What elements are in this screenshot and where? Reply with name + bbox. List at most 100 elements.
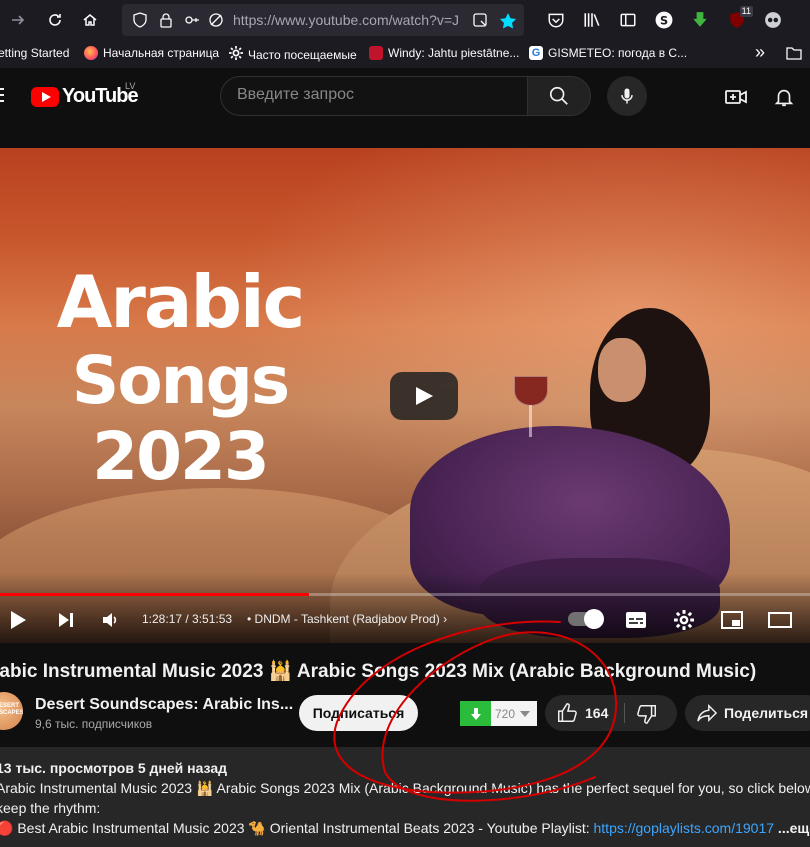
pocket-icon[interactable] xyxy=(546,10,566,30)
search-input[interactable] xyxy=(237,86,517,104)
bookmark-label: Часто посещаемые xyxy=(248,47,357,62)
settings-gear-icon[interactable] xyxy=(672,608,696,632)
chevron-down-icon xyxy=(520,710,531,717)
shield-icon[interactable] xyxy=(132,12,148,28)
home-icon[interactable] xyxy=(78,8,102,32)
create-video-icon[interactable] xyxy=(724,85,748,109)
bookmark-label: Windy: Jahtu piestātne... xyxy=(388,46,520,60)
search-button[interactable] xyxy=(527,76,591,116)
description-text: 🔴 Best Arabic Instrumental Music 2023 🐪 … xyxy=(0,820,594,836)
country-code: LV xyxy=(125,81,136,91)
thumbnail-figure-face xyxy=(598,338,646,402)
microphone-icon xyxy=(621,88,633,104)
description-line: Arabic Instrumental Music 2023 🕌 Arabic … xyxy=(0,780,810,796)
subscribe-button[interactable]: Подписаться xyxy=(299,695,418,731)
description-line: 🔴 Best Arabic Instrumental Music 2023 🐪 … xyxy=(0,820,810,837)
thumbnail-wine-glass xyxy=(514,376,548,406)
share-button[interactable]: Поделиться xyxy=(685,695,810,731)
volume-icon[interactable] xyxy=(98,608,122,632)
chapter-title-text: • DNDM - Tashkent (Radjabov Prod) xyxy=(247,612,440,626)
download-extension-icon[interactable] xyxy=(690,10,710,30)
like-dislike-group: 164 xyxy=(545,695,677,731)
bookmark-windy[interactable]: Windy: Jahtu piestātne... xyxy=(369,46,519,60)
search-icon xyxy=(549,86,568,105)
quality-select[interactable]: 720 xyxy=(491,701,537,726)
thumbs-down-icon xyxy=(637,705,656,724)
player-controls: 1:28:17 / 3:51:53 • DNDM - Tashkent (Rad… xyxy=(0,596,810,643)
channel-avatar-logo-text: ESERT SCAPES xyxy=(0,703,23,716)
bookmark-label: Начальная страница xyxy=(103,46,220,60)
miniplayer-icon[interactable] xyxy=(720,608,744,632)
bookmark-star-icon[interactable] xyxy=(499,12,517,29)
youtube-header: YouTube LV xyxy=(0,68,810,126)
bookmarks-overflow-button[interactable]: » xyxy=(755,42,765,63)
download-button[interactable] xyxy=(460,701,491,726)
sidebar-icon[interactable] xyxy=(618,10,638,30)
large-play-button[interactable] xyxy=(390,372,458,420)
download-widget: 720 xyxy=(460,701,537,726)
menu-icon[interactable] xyxy=(0,88,4,102)
chevron-right-icon: › xyxy=(443,612,448,626)
bookmark-label: GISMETEO: погода в С... xyxy=(548,46,688,60)
video-title: rabic Instrumental Music 2023 🕌 Arabic S… xyxy=(0,661,757,682)
extension-badge: 11 xyxy=(739,6,753,17)
show-more-link[interactable]: ...ещё xyxy=(774,820,810,836)
thumbs-up-icon xyxy=(558,703,577,722)
like-button[interactable] xyxy=(556,702,580,724)
description-box[interactable]: 13 тыс. просмотров 5 дней назад Arabic I… xyxy=(0,747,810,847)
video-player[interactable]: Arabic Songs 2023 1:28:17 / 3:51:53 • DN… xyxy=(0,148,810,643)
windy-icon xyxy=(369,46,383,60)
thumbnail-title-line: 2023 xyxy=(92,418,270,495)
gismeteo-icon: G xyxy=(529,46,543,60)
permissions-icon[interactable] xyxy=(184,12,200,28)
s-extension-icon[interactable]: S xyxy=(654,10,674,30)
youtube-play-logo-icon xyxy=(31,86,59,107)
reload-icon[interactable] xyxy=(43,8,67,32)
dislike-button[interactable] xyxy=(636,703,660,725)
library-icon[interactable] xyxy=(582,10,602,30)
chapter-title[interactable]: • DNDM - Tashkent (Radjabov Prod) › xyxy=(247,612,447,626)
description-line: keep the rhythm: xyxy=(0,800,101,816)
like-count[interactable]: 164 xyxy=(585,705,608,721)
firefox-icon xyxy=(84,46,98,60)
bookmark-getting-started[interactable]: etting Started xyxy=(0,46,69,60)
quality-value: 720 xyxy=(495,706,516,721)
download-arrow-icon xyxy=(470,707,481,720)
ublock-icon[interactable]: 11 xyxy=(727,6,753,30)
url-text[interactable]: https://www.youtube.com/watch?v=J xyxy=(233,12,473,28)
views-and-date: 13 тыс. просмотров 5 дней назад xyxy=(0,760,227,776)
voice-search-button[interactable] xyxy=(607,76,647,116)
subtitles-icon[interactable] xyxy=(624,608,648,632)
bookmark-label: etting Started xyxy=(0,46,70,60)
channel-name[interactable]: Desert Soundscapes: Arabic Ins... xyxy=(35,696,293,714)
bookmark-gismeteo[interactable]: G GISMETEO: погода в С... xyxy=(529,46,687,60)
lock-icon[interactable] xyxy=(158,12,174,28)
thumbnail-wine-glass-stem xyxy=(529,405,532,437)
next-icon[interactable] xyxy=(54,608,78,632)
svg-text:S: S xyxy=(660,15,668,28)
share-label: Поделиться xyxy=(724,705,809,721)
address-bar[interactable]: https://www.youtube.com/watch?v=J xyxy=(122,4,524,36)
youtube-logo[interactable]: YouTube xyxy=(31,85,139,108)
gear-icon xyxy=(229,46,243,63)
play-icon[interactable] xyxy=(6,608,30,632)
other-bookmarks-folder-icon[interactable] xyxy=(786,46,802,60)
notifications-bell-icon[interactable] xyxy=(772,85,796,109)
thumbnail-title-line: Arabic xyxy=(56,260,306,344)
forward-icon[interactable] xyxy=(6,8,30,32)
reader-view-icon[interactable] xyxy=(472,12,488,28)
bookmark-start-page[interactable]: Начальная страница xyxy=(84,46,219,60)
browser-toolbar: https://www.youtube.com/watch?v=J S 11 xyxy=(0,0,810,40)
autoplay-blocked-icon[interactable] xyxy=(208,12,224,28)
thumbnail-title-line: Songs xyxy=(71,342,290,419)
share-icon xyxy=(696,703,718,728)
channel-avatar[interactable]: ESERT SCAPES xyxy=(0,692,23,730)
theater-mode-icon[interactable] xyxy=(768,608,792,632)
bookmark-most-visited[interactable]: Часто посещаемые xyxy=(229,46,357,63)
search-box xyxy=(220,76,528,116)
thumbnail-title: Arabic Songs 2023 xyxy=(0,266,360,490)
vpn-extension-icon[interactable] xyxy=(763,10,783,30)
playlist-link[interactable]: https://goplaylists.com/19017 xyxy=(594,820,775,836)
autoplay-toggle[interactable] xyxy=(568,609,604,629)
bookmarks-toolbar: etting Started Начальная страница Часто … xyxy=(0,40,810,68)
